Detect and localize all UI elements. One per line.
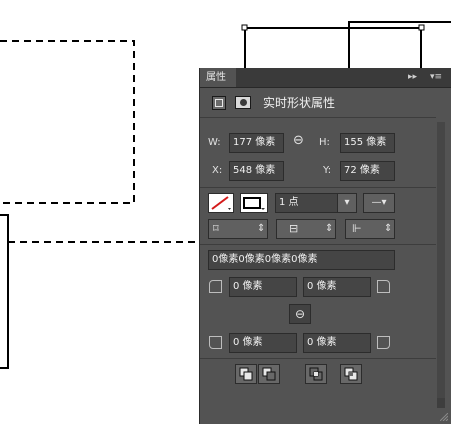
subtract-front-button[interactable] [258, 364, 280, 384]
combine-shapes-button[interactable] [235, 364, 257, 384]
stroke-type-dropdown[interactable]: —▾ [363, 193, 395, 213]
stepper-icon: ⇕ [325, 223, 334, 234]
properties-panel: 属性 ▸▸ ▾≡ 实时形状属性 W: 177 像素 ⊖ H: 155 像素 X:… [199, 68, 451, 424]
panel-title: 实时形状属性 [263, 96, 336, 110]
all-corners-radius-input[interactable]: 0像素0像素0像素0像素 [208, 250, 395, 270]
shape-properties-icon[interactable] [212, 96, 226, 110]
collapse-icon[interactable]: ▸▸ [408, 71, 417, 83]
height-label: H: [319, 137, 330, 148]
solid-shape-outline [0, 214, 9, 369]
width-input[interactable]: 177 像素 [229, 133, 284, 153]
stepper-icon: ⇕ [257, 223, 266, 234]
stepper-icon: ⇕ [384, 223, 393, 234]
height-input[interactable]: 155 像素 [340, 133, 395, 153]
link-dimensions-icon[interactable]: ⊖ [293, 134, 304, 148]
anchor-handle[interactable] [241, 24, 248, 31]
stroke-color-icon [243, 197, 265, 210]
x-label: X: [212, 165, 223, 176]
anchor-handle[interactable] [418, 24, 425, 31]
mask-icon[interactable] [235, 96, 251, 109]
no-fill-icon [211, 196, 231, 210]
resize-grip-icon[interactable] [440, 413, 448, 421]
intersect-icon [309, 367, 323, 381]
panel-header: 实时形状属性 [200, 88, 436, 118]
corner-type-icon: ⊩ [352, 222, 362, 235]
top-shape-outline [244, 27, 422, 70]
top-left-corner-icon [209, 280, 222, 293]
stroke-inside-icon: ⌑ [213, 222, 219, 235]
combine-icon [239, 367, 253, 381]
top-left-radius-input[interactable]: 0 像素 [229, 277, 297, 297]
y-label: Y: [323, 165, 332, 176]
top-shape-outline-2 [348, 21, 451, 70]
separator [200, 244, 436, 245]
intersect-shapes-button[interactable] [305, 364, 327, 384]
bottom-right-radius-input[interactable]: 0 像素 [303, 333, 371, 353]
bottom-left-radius-input[interactable]: 0 像素 [229, 333, 297, 353]
fill-swatch[interactable] [208, 193, 234, 213]
link-corners-button[interactable]: ⊖ [289, 304, 311, 324]
panel-titlebar: 属性 ▸▸ ▾≡ [200, 68, 451, 88]
separator [200, 187, 436, 188]
tab-properties[interactable]: 属性 [200, 68, 236, 87]
stroke-width-dropdown[interactable]: ▾ [337, 193, 357, 213]
stroke-swatch[interactable] [240, 193, 268, 213]
stroke-align-dropdown[interactable]: ⌑ ⇕ [208, 219, 268, 239]
dashed-shape-outline [0, 40, 135, 204]
width-label: W: [208, 137, 221, 148]
panel-menu-icon[interactable]: ▾≡ [430, 71, 442, 83]
cap-type-icon: ⊟ [289, 222, 299, 235]
top-right-corner-icon [377, 280, 390, 293]
y-input[interactable]: 72 像素 [340, 161, 395, 181]
bottom-right-corner-icon [377, 336, 390, 349]
bottom-left-corner-icon [209, 336, 222, 349]
separator [200, 358, 436, 359]
scrollbar-thumb[interactable] [437, 122, 445, 398]
x-input[interactable]: 548 像素 [229, 161, 284, 181]
stroke-caps-dropdown[interactable]: ⊟ ⇕ [276, 219, 336, 239]
exclude-icon [344, 367, 358, 381]
stroke-corners-dropdown[interactable]: ⊩ ⇕ [345, 219, 395, 239]
top-right-radius-input[interactable]: 0 像素 [303, 277, 371, 297]
subtract-icon [262, 367, 276, 381]
exclude-overlap-button[interactable] [340, 364, 362, 384]
